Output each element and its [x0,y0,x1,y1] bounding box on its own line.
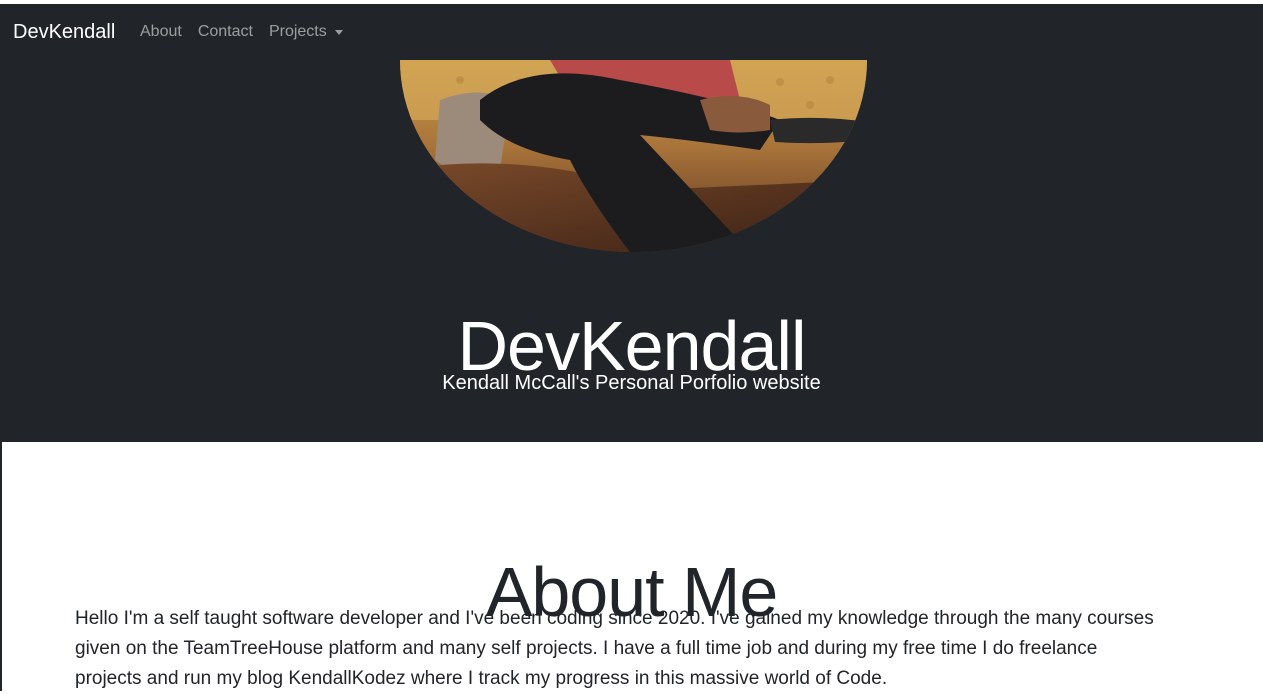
navbar: DevKendall About Contact Projects [0,4,1263,60]
nav-link-about[interactable]: About [140,22,182,42]
about-text: Hello I'm a self taught software develop… [75,608,1154,689]
nav-link-projects-label: Projects [268,23,327,40]
hero-section: DevKendall About Contact Projects DevKen… [0,4,1263,442]
profile-photo [400,60,867,252]
nav-dropdown-projects[interactable]: Projects [269,22,343,42]
nav-link-contact[interactable]: Contact [198,22,253,42]
caret-down-icon [334,30,343,35]
hero-subtitle: Kendall McCall's Personal Porfolio websi… [442,372,821,394]
nav-links: About Contact Projects [140,22,359,42]
navbar-brand[interactable]: DevKendall [13,18,115,46]
